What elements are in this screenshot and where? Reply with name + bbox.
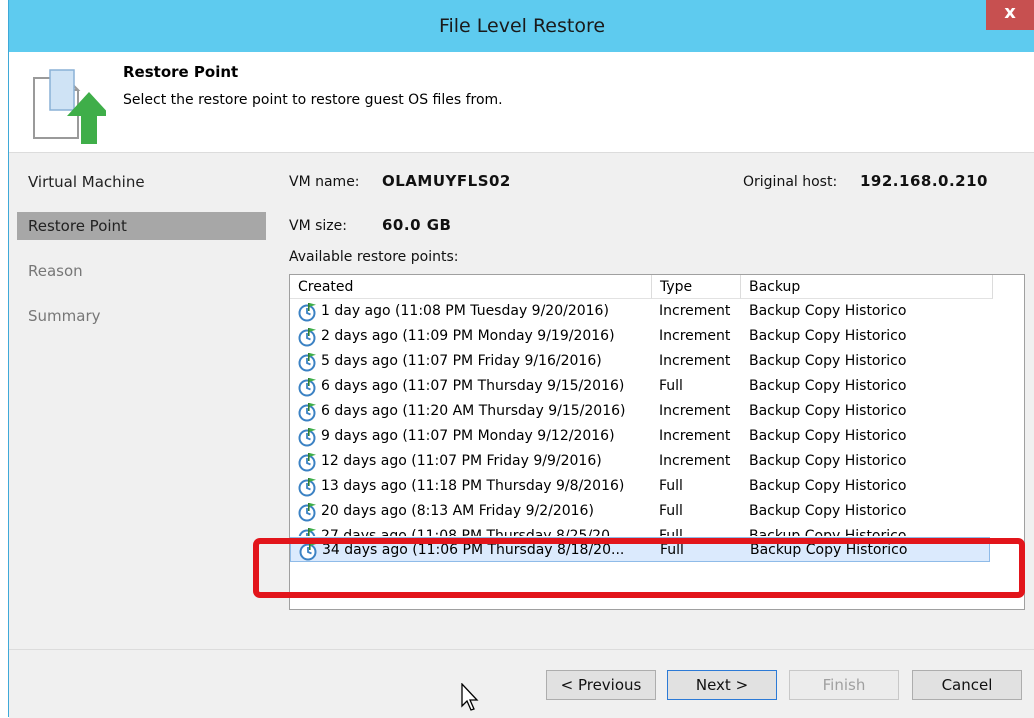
backup-cell: Backup Copy Historico [749,478,907,494]
backup-cell: Backup Copy Historico [749,453,907,469]
sidebar-item-reason[interactable]: Reason [17,257,267,285]
column-header-backup[interactable]: Backup [741,275,993,299]
created-cell: 2 days ago (11:09 PM Monday 9/19/2016) [321,328,615,344]
backup-cell: Backup Copy Historico [749,403,907,419]
finish-button[interactable]: Finish [789,670,899,700]
original-host-value: 192.168.0.210 [860,172,988,190]
vm-name-label: VM name: [289,174,360,190]
file-level-restore-dialog: File Level Restore x Restore Point Selec… [8,0,1034,718]
wizard-header: Restore Point Select the restore point t… [9,52,1034,153]
created-cell: 27 days ago (11:08 PM Thursday 8/25/20..… [321,528,624,536]
created-cell: 5 days ago (11:07 PM Friday 9/16/2016) [321,353,602,369]
type-cell: Full [659,503,683,519]
restore-points-label: Available restore points: [289,249,459,265]
backup-cell: Backup Copy Historico [749,528,907,536]
restore-point-row[interactable]: 2 days ago (11:09 PM Monday 9/19/2016) In… [290,324,1024,349]
restore-point-clock-icon [298,403,316,422]
restore-point-clock-icon [298,328,316,347]
restore-point-clock-icon [298,503,316,522]
annotation-highlight-box [253,538,1025,598]
type-cell: Increment [659,353,731,369]
restore-point-clock-icon [298,478,316,497]
restore-point-clock-icon [298,428,316,447]
wizard-steps-sidebar: Virtual Machine Restore Point Reason Sum… [9,153,267,649]
close-button[interactable]: x [986,0,1034,30]
column-header-created[interactable]: Created [290,275,652,299]
restore-point-clock-icon [298,353,316,372]
sidebar-item-restore-point[interactable]: Restore Point [17,212,267,240]
restore-point-row[interactable]: 6 days ago (11:07 PM Thursday 9/15/2016)… [290,374,1024,399]
sidebar-item-summary[interactable]: Summary [17,302,267,330]
backup-cell: Backup Copy Historico [749,328,907,344]
restore-point-row[interactable]: 6 days ago (11:20 AM Thursday 9/15/2016)… [290,399,1024,424]
type-cell: Full [659,528,683,536]
created-cell: 1 day ago (11:08 PM Tuesday 9/20/2016) [321,303,609,319]
backup-cell: Backup Copy Historico [749,428,907,444]
restore-point-row[interactable]: 5 days ago (11:07 PM Friday 9/16/2016) In… [290,349,1024,374]
created-cell: 13 days ago (11:18 PM Thursday 9/8/2016) [321,478,625,494]
created-cell: 6 days ago (11:07 PM Thursday 9/15/2016) [321,378,625,394]
restore-point-row[interactable]: 27 days ago (11:08 PM Thursday 8/25/20..… [290,524,1024,536]
wizard-footer: < Previous Next > Finish Cancel [9,649,1034,718]
original-host-label: Original host: [743,174,838,190]
restore-point-clock-icon [298,378,316,397]
column-header-type[interactable]: Type [652,275,741,299]
step-title: Restore Point [123,63,239,81]
backup-cell: Backup Copy Historico [749,353,907,369]
created-cell: 12 days ago (11:07 PM Friday 9/9/2016) [321,453,602,469]
type-cell: Increment [659,328,731,344]
restore-point-clock-icon [298,528,316,536]
cancel-button[interactable]: Cancel [912,670,1022,700]
restore-point-row[interactable]: 13 days ago (11:18 PM Thursday 9/8/2016)… [290,474,1024,499]
vm-name-value: OLAMUYFLS02 [382,172,511,190]
backup-cell: Backup Copy Historico [749,378,907,394]
type-cell: Full [659,478,683,494]
created-cell: 20 days ago (8:13 AM Friday 9/2/2016) [321,503,594,519]
restore-point-clock-icon [298,453,316,472]
previous-button[interactable]: < Previous [546,670,656,700]
type-cell: Increment [659,453,731,469]
restore-point-row[interactable]: 1 day ago (11:08 PM Tuesday 9/20/2016) In… [290,299,1024,324]
created-cell: 6 days ago (11:20 AM Thursday 9/15/2016) [321,403,626,419]
type-cell: Increment [659,303,731,319]
window-title: File Level Restore [438,15,606,37]
document-restore-icon [33,69,106,144]
backup-cell: Backup Copy Historico [749,303,907,319]
restore-point-row[interactable]: 9 days ago (11:07 PM Monday 9/12/2016) In… [290,424,1024,449]
sidebar-item-virtual-machine[interactable]: Virtual Machine [17,168,267,196]
step-description: Select the restore point to restore gues… [123,92,503,108]
restore-point-row[interactable]: 12 days ago (11:07 PM Friday 9/9/2016) In… [290,449,1024,474]
restore-point-row[interactable]: 20 days ago (8:13 AM Friday 9/2/2016) Ful… [290,499,1024,524]
restore-point-clock-icon [298,303,316,322]
next-button[interactable]: Next > [667,670,777,700]
backup-cell: Backup Copy Historico [749,503,907,519]
vm-size-label: VM size: [289,218,347,234]
type-cell: Increment [659,403,731,419]
created-cell: 9 days ago (11:07 PM Monday 9/12/2016) [321,428,615,444]
type-cell: Increment [659,428,731,444]
type-cell: Full [659,378,683,394]
title-bar[interactable]: File Level Restore x [9,0,1034,52]
vm-size-value: 60.0 GB [382,216,452,234]
mouse-pointer-icon [461,683,479,711]
